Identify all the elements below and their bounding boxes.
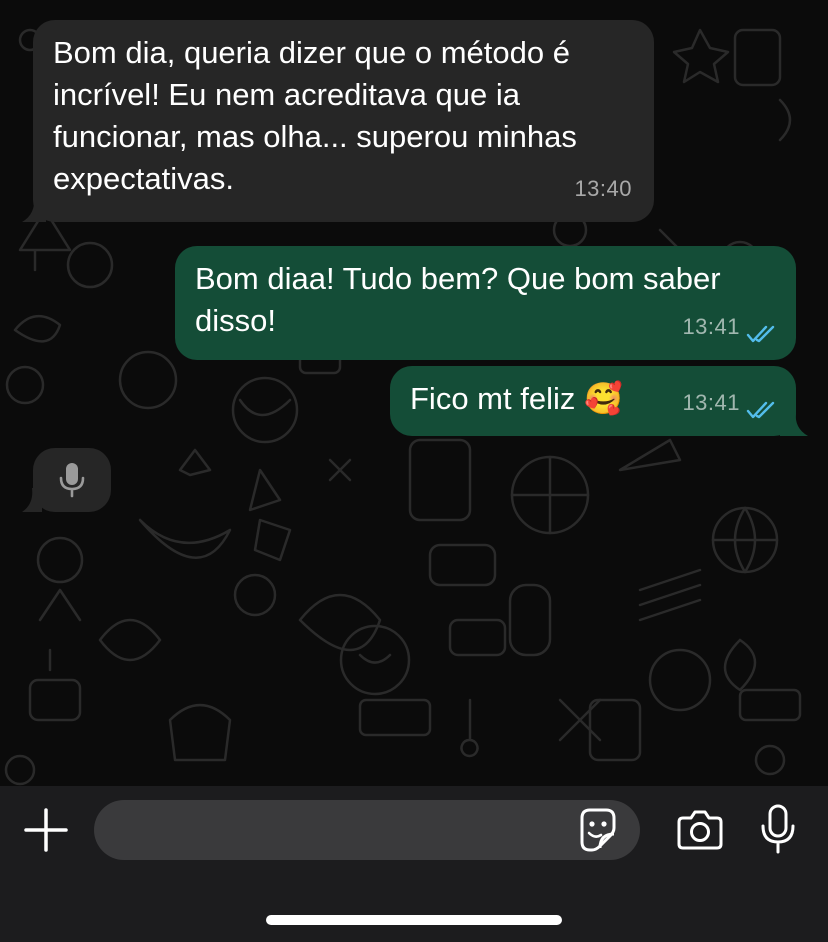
incoming-bubble-tail (22, 196, 46, 222)
outgoing-message[interactable]: Bom diaa! Tudo bem? Que bom saber disso!… (175, 246, 796, 360)
outgoing-message[interactable]: Fico mt feliz 🥰 13:41 (390, 366, 796, 436)
voice-bubble-tail (22, 488, 42, 512)
mic-icon (59, 463, 85, 498)
camera-icon[interactable] (676, 808, 724, 852)
chat-area[interactable]: Bom dia, queria dizer que o método é inc… (0, 0, 828, 786)
message-text: Fico mt feliz 🥰 (410, 381, 623, 416)
plus-icon[interactable] (24, 808, 68, 852)
incoming-message[interactable]: Bom dia, queria dizer que o método é inc… (33, 20, 654, 222)
read-ticks-icon (746, 401, 775, 419)
sticker-icon[interactable] (578, 808, 618, 852)
read-ticks-icon (746, 325, 775, 343)
message-input[interactable] (94, 800, 640, 860)
message-time: 13:40 (574, 176, 632, 201)
message-time: 13:41 (682, 390, 740, 415)
message-time: 13:41 (682, 314, 740, 339)
message-text: Bom dia, queria dizer que o método é inc… (53, 35, 577, 196)
mic-icon[interactable] (760, 804, 796, 854)
home-indicator (266, 915, 562, 925)
outgoing-bubble-tail (780, 412, 808, 436)
